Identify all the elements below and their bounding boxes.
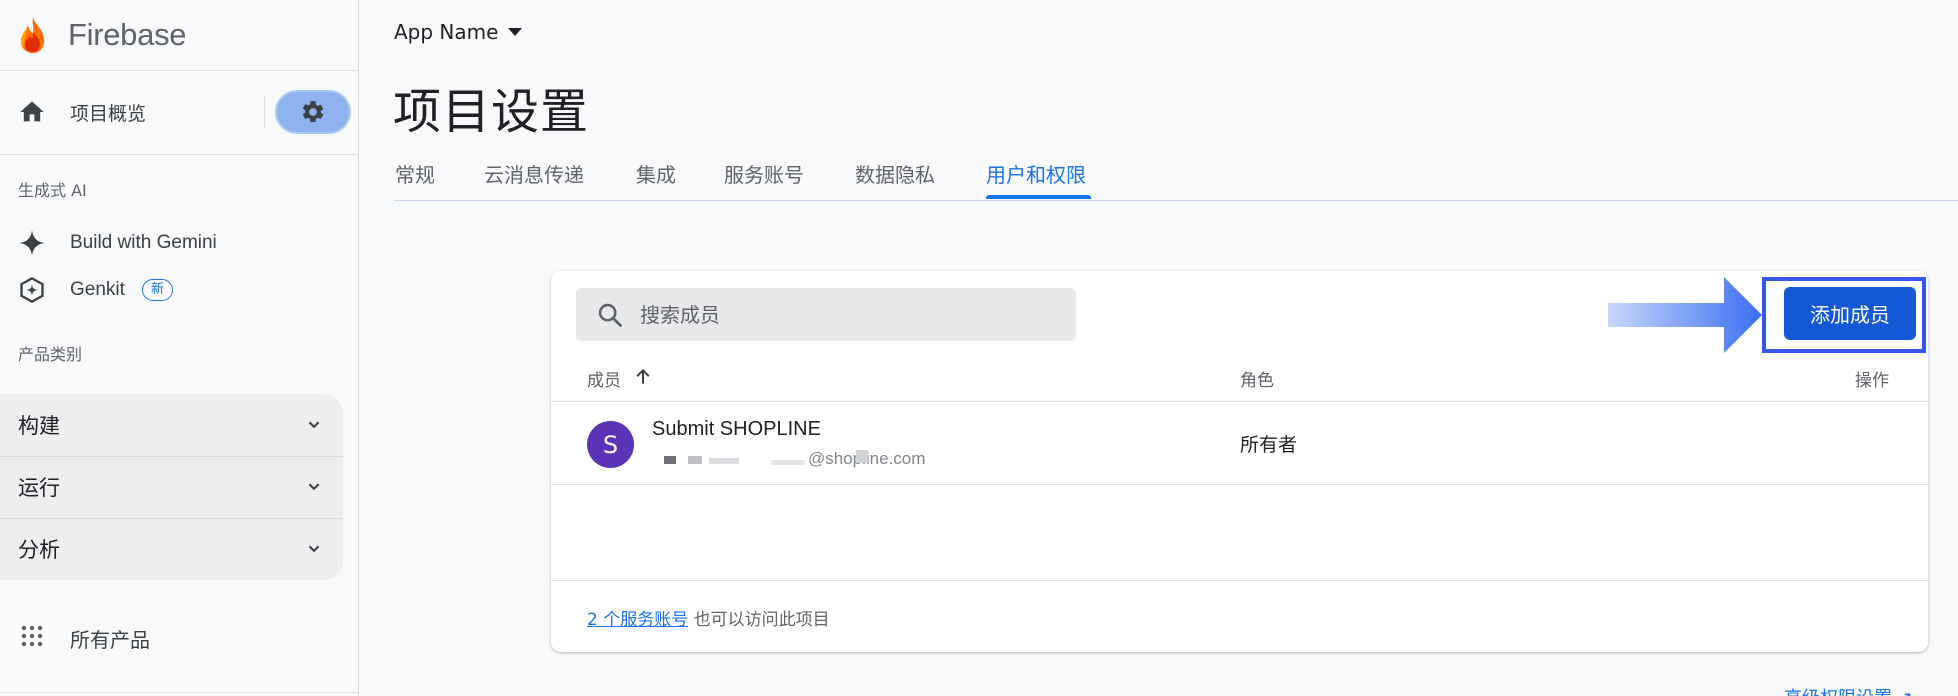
- chevron-down-icon: [308, 483, 320, 491]
- new-badge: 新: [142, 279, 174, 301]
- sidebar-item-overview[interactable]: 项目概览: [0, 86, 359, 138]
- tab-general[interactable]: 常规: [395, 159, 435, 201]
- project-settings-button[interactable]: [275, 90, 351, 134]
- tab-data-privacy[interactable]: 数据隐私: [855, 159, 935, 201]
- advanced-permissions-link[interactable]: 高级权限设置 ↗: [1784, 684, 1913, 696]
- brand[interactable]: Firebase: [16, 12, 187, 58]
- firebase-logo-icon: [21, 17, 45, 53]
- category-label: 构建: [18, 414, 60, 438]
- tab-service-accounts[interactable]: 服务账号: [724, 159, 804, 201]
- redaction-mark: [688, 456, 702, 464]
- search-icon: [598, 303, 622, 327]
- sidebar-item-label: Build with Gemini: [70, 232, 217, 253]
- redaction-mark: [771, 460, 805, 465]
- app-name: App Name: [394, 20, 499, 44]
- column-header-member[interactable]: 成员: [587, 366, 621, 391]
- tab-integrations[interactable]: 集成: [636, 159, 676, 201]
- section-title-products: 产品类别: [18, 345, 83, 364]
- members-card: 添加成员 成员 角色 操作 S Submit SHOPLINE @shoplin…: [551, 271, 1928, 652]
- add-member-button[interactable]: 添加成员: [1784, 287, 1916, 340]
- app-selector[interactable]: App Name: [394, 20, 523, 44]
- column-header-actions: 操作: [1855, 371, 1889, 391]
- divider: [0, 70, 359, 71]
- sidebar-item-build-with-gemini[interactable]: Build with Gemini: [0, 221, 359, 265]
- page-title: 项目设置: [393, 84, 590, 140]
- tab-cloud-messaging[interactable]: 云消息传递: [484, 159, 584, 201]
- member-role: 所有者: [1240, 434, 1298, 456]
- brand-name: Firebase: [68, 17, 187, 52]
- category-run[interactable]: 运行: [0, 456, 343, 518]
- redaction-mark: [856, 450, 868, 463]
- sidebar-item-all-products[interactable]: 所有产品: [0, 614, 359, 658]
- divider: [0, 154, 359, 155]
- caret-down-icon: [508, 28, 523, 36]
- divider: [0, 692, 359, 693]
- genkit-icon: [18, 276, 46, 304]
- divider: [551, 484, 1928, 485]
- divider: [551, 401, 1928, 402]
- column-header-role: 角色: [1240, 371, 1274, 391]
- sidebar: Firebase 项目概览 生成式 AI Build with Gemini G…: [0, 0, 359, 696]
- sidebar-item-label: 所有产品: [70, 628, 150, 652]
- chevron-down-icon: [308, 545, 320, 553]
- divider: [264, 96, 265, 128]
- apps-grid-icon: [21, 625, 43, 647]
- category-label: 运行: [18, 476, 60, 500]
- category-build[interactable]: 构建: [0, 394, 343, 456]
- divider: [551, 580, 1928, 581]
- service-accounts-note-text: 也可以访问此项目: [688, 610, 830, 630]
- redaction-mark: [709, 458, 739, 464]
- sidebar-item-label: 项目概览: [70, 102, 147, 125]
- settings-tabs: 常规 云消息传递 集成 服务账号 数据隐私 用户和权限: [394, 155, 1958, 201]
- search-input[interactable]: [640, 288, 1060, 341]
- section-title-gen-ai: 生成式 AI: [18, 181, 87, 200]
- category-label: 分析: [18, 538, 60, 562]
- home-icon: [20, 101, 44, 122]
- active-tab-indicator: [986, 195, 1091, 199]
- gear-icon: [302, 101, 324, 122]
- avatar: S: [587, 421, 634, 468]
- sort-ascending-icon[interactable]: [633, 367, 653, 387]
- chevron-down-icon: [308, 421, 320, 429]
- sidebar-item-label: Genkit: [70, 279, 125, 300]
- member-search[interactable]: [576, 288, 1076, 341]
- category-group: 构建 运行 分析: [0, 394, 343, 580]
- sidebar-item-genkit[interactable]: Genkit 新: [0, 268, 359, 312]
- service-accounts-link[interactable]: 2 个服务账号: [587, 610, 688, 630]
- sparkle-icon: [18, 229, 46, 257]
- member-name: Submit SHOPLINE: [652, 418, 821, 440]
- redaction-mark: [664, 456, 676, 464]
- category-analytics[interactable]: 分析: [0, 518, 343, 580]
- highlight-arrow-icon: [1608, 277, 1762, 353]
- service-accounts-note: 2 个服务账号 也可以访问此项目: [587, 605, 830, 630]
